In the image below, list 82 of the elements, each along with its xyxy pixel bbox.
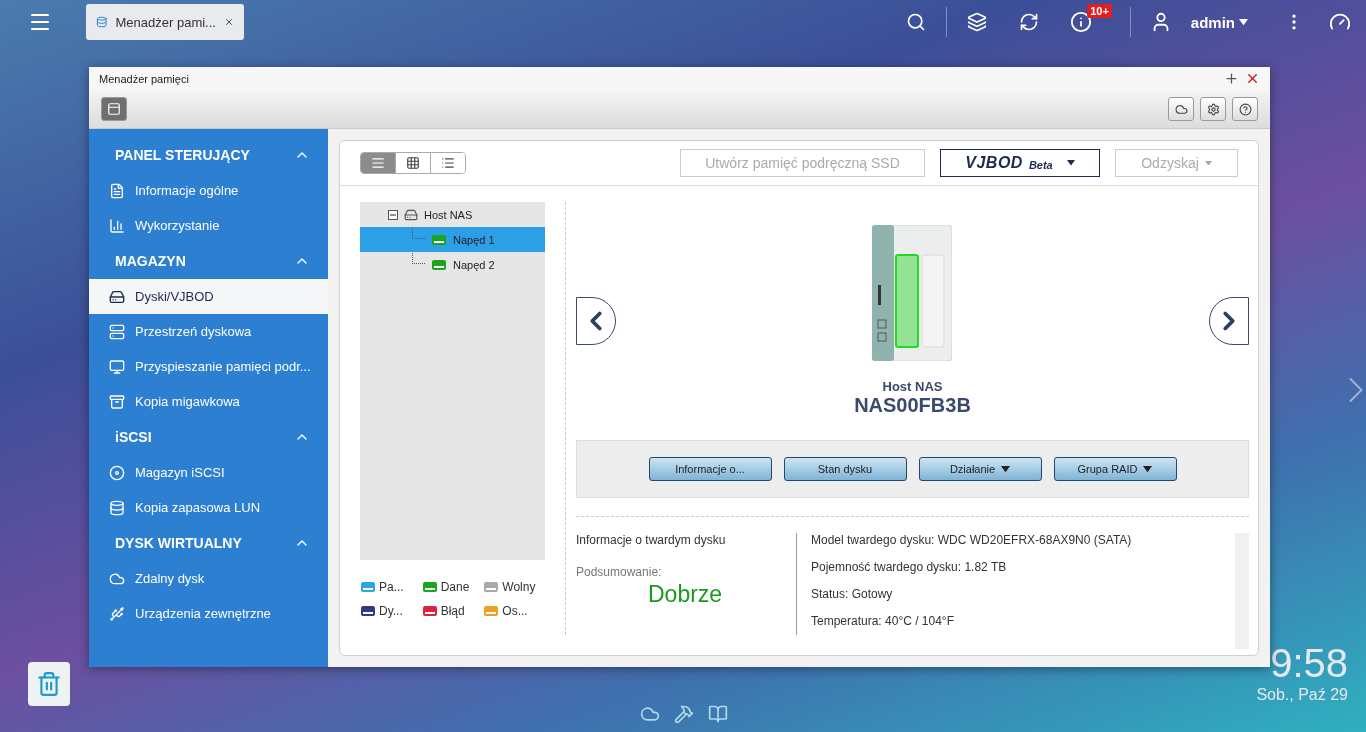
clock-time: 9:58 (1270, 640, 1348, 686)
next-button[interactable] (1209, 297, 1249, 345)
server-icon (404, 207, 418, 222)
legend-label: Wolny (502, 580, 536, 594)
document-icon (109, 182, 125, 199)
archive-icon (109, 393, 125, 410)
notification-badge: 10+ (1087, 4, 1112, 18)
grid-icon (406, 156, 420, 170)
sidebar-item[interactable]: Zdalny dysk (89, 561, 328, 596)
bullet-list-icon (441, 156, 455, 170)
legend-label: Os... (502, 604, 528, 618)
usb-icon (109, 605, 125, 622)
app-tab[interactable]: Menadżer pami... (86, 4, 244, 40)
sidebar-item[interactable]: Przestrzeń dyskowa (89, 314, 328, 349)
sidebar-section-header[interactable]: iSCSI (89, 419, 328, 455)
close-icon[interactable] (1245, 71, 1260, 86)
hammer-icon[interactable] (674, 704, 694, 724)
caret-icon (1143, 465, 1153, 473)
action-button[interactable]: Grupa RAID (1053, 457, 1177, 481)
layout-button[interactable] (101, 97, 127, 121)
cloud-icon (1174, 102, 1188, 116)
cloud-icon[interactable] (640, 704, 660, 724)
help-button[interactable] (1232, 97, 1258, 121)
disc-icon (109, 464, 125, 481)
clock-date: Sob., Paź 29 (1256, 686, 1348, 704)
collapse-icon[interactable] (388, 209, 398, 220)
sidebar-item[interactable]: Magazyn iSCSI (89, 455, 328, 490)
settings-button[interactable] (1200, 97, 1226, 121)
sidebar-section-header[interactable]: PANEL STERUJĄCY (89, 137, 328, 173)
sidebar-item[interactable]: Dyski/VJBOD (89, 279, 328, 314)
vjbod-button[interactable]: VJBOD Beta (940, 149, 1100, 177)
view-toggle[interactable] (361, 153, 396, 173)
tree-node[interactable]: Napęd 2 (360, 252, 545, 277)
sidebar-item[interactable]: Urządzenia zewnętrzne (89, 596, 328, 631)
tree-node[interactable]: Napęd 1 (360, 227, 545, 252)
info-heading: Informacje o twardym dysku (576, 533, 727, 547)
legend-label: Pa... (379, 580, 404, 594)
book-icon[interactable] (708, 704, 728, 724)
sidebar-item[interactable]: Kopia zapasowa LUN (89, 490, 328, 525)
settings-icon (1206, 102, 1220, 116)
drive-icon (431, 257, 447, 272)
add-icon[interactable] (1224, 71, 1239, 86)
recycle-bin-icon[interactable] (28, 662, 70, 706)
cloud-button[interactable] (1168, 97, 1194, 121)
help-icon (1238, 102, 1252, 116)
window-title: Menadżer pamięci (99, 72, 190, 85)
summary-label: Podsumowanie: (576, 565, 663, 579)
drive-icon (109, 288, 125, 305)
monitor-icon (109, 358, 125, 375)
server-icon (109, 323, 125, 340)
drive-icon (431, 232, 447, 247)
legend-label: Dane (440, 580, 470, 594)
detail-line: Model twardego dysku: WDC WD20EFRX-68AX9N0 (SATA) (811, 533, 1133, 547)
action-button[interactable]: Informacje o... (648, 457, 772, 481)
detail-line: Pojemność twardego dysku: 1.82 TB (811, 560, 1008, 574)
sidebar-item[interactable]: Kopia migawkowa (89, 384, 328, 419)
caret-icon (1066, 160, 1075, 166)
sidebar-item[interactable]: Informacje ogólne (89, 173, 328, 208)
detail-line: Status: Gotowy (811, 587, 894, 601)
sidebar-section-header[interactable]: DYSK WIRTUALNY (89, 525, 328, 561)
sidebar-item[interactable]: Przyspieszanie pamięci podr... (89, 349, 328, 384)
caret-icon (1204, 160, 1212, 166)
legend-label: Dy... (379, 604, 403, 618)
legend-label: Błąd (440, 604, 465, 618)
tree-node[interactable]: Host NAS (424, 208, 473, 221)
database-icon (96, 14, 108, 30)
sidebar-section-header[interactable]: MAGAZYN (89, 243, 328, 279)
previous-button[interactable] (576, 297, 616, 345)
bar-chart-icon (109, 217, 125, 234)
action-button[interactable]: Stan dysku (783, 457, 907, 481)
list-icon (371, 156, 385, 170)
action-button[interactable]: Działanie (918, 457, 1042, 481)
user-menu[interactable]: admin (1190, 13, 1248, 31)
caret-icon (1239, 18, 1248, 26)
caret-icon (1001, 465, 1011, 473)
database-icon (109, 499, 125, 516)
detail-line: Temperatura: 40°C / 104°F (811, 614, 955, 628)
device-subtitle: Host NAS (882, 379, 943, 394)
summary-value: Dobrze (648, 581, 724, 608)
device-name: NAS00FB3B (854, 394, 971, 417)
panel-icon (107, 102, 121, 116)
sidebar-item[interactable]: Wykorzystanie (89, 208, 328, 243)
